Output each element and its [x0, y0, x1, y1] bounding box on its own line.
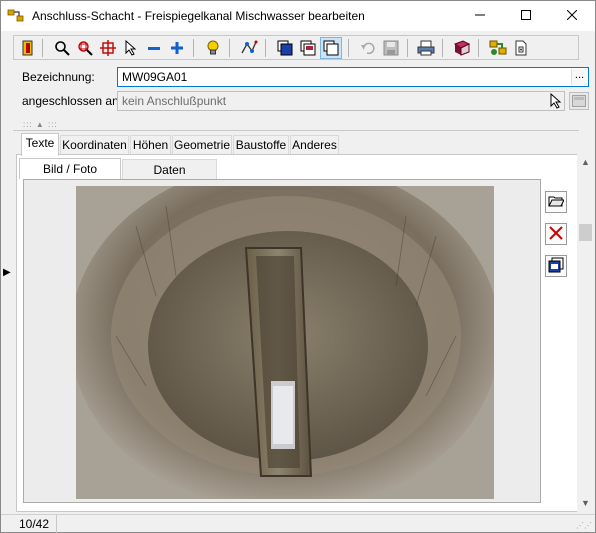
delete-icon	[549, 225, 563, 243]
layer-2-icon[interactable]	[299, 39, 317, 57]
crosshair-icon[interactable]	[99, 39, 117, 57]
network-icon[interactable]	[240, 39, 258, 57]
gallery-button[interactable]	[545, 255, 567, 277]
collapse-arrow-icon[interactable]: ▶	[3, 267, 11, 278]
maximize-button[interactable]	[503, 1, 549, 31]
toolbar-separator	[42, 39, 43, 57]
calculator-icon[interactable]	[569, 92, 589, 110]
bezeichnung-field[interactable]: MW09GA01 ...	[117, 67, 589, 87]
divider	[13, 130, 579, 131]
zoom-extent-icon[interactable]	[76, 39, 94, 57]
subtab-bild-foto[interactable]: Bild / Foto	[19, 158, 121, 179]
toolbar-separator	[193, 39, 194, 57]
record-counter: 10/42	[13, 515, 57, 533]
print-icon[interactable]	[417, 39, 435, 57]
zoom-out-icon[interactable]	[145, 39, 163, 57]
bezeichnung-browse-button[interactable]: ...	[571, 69, 587, 85]
size-grip-icon[interactable]: ⋰⋰	[576, 521, 592, 530]
tab-texte[interactable]: Texte	[21, 133, 59, 156]
toolbar-separator	[229, 39, 230, 57]
grip-icon: ::: ▲ :::	[23, 120, 58, 129]
window-title: Anschluss-Schacht - Freispiegelkanal Mis…	[32, 9, 365, 23]
zoom-in-icon[interactable]	[168, 39, 186, 57]
tab-baustoffe[interactable]: Baustoffe	[233, 135, 289, 155]
scroll-down-icon[interactable]: ▼	[577, 495, 594, 512]
pointer-icon[interactable]	[122, 39, 140, 57]
toolbar-separator	[265, 39, 266, 57]
angeschlossen-label: angeschlossen an:	[22, 94, 123, 108]
toolbar-separator	[478, 39, 479, 57]
subtab-daten[interactable]: Daten	[122, 159, 217, 180]
delete-button[interactable]	[545, 223, 567, 245]
tab-geometrie[interactable]: Geometrie	[172, 135, 232, 155]
manhole-photo	[76, 186, 494, 499]
toolbar-separator	[442, 39, 443, 57]
toolbar-separator	[348, 39, 349, 57]
scrollbar-thumb[interactable]	[579, 224, 592, 241]
dialog-window: Anschluss-Schacht - Freispiegelkanal Mis…	[0, 0, 596, 533]
bulb-icon[interactable]	[204, 39, 222, 57]
tab-anderes[interactable]: Anderes	[290, 135, 339, 155]
zoom-icon[interactable]	[53, 39, 71, 57]
save-icon[interactable]	[382, 39, 400, 57]
status-bar: 10/42 ⋰⋰	[1, 514, 595, 533]
maximize-icon	[521, 9, 531, 23]
layer-1-icon[interactable]	[276, 39, 294, 57]
document-icon[interactable]	[512, 39, 530, 57]
open-folder-button[interactable]	[545, 191, 567, 213]
app-icon	[7, 8, 25, 24]
photo-frame	[23, 179, 541, 503]
bezeichnung-label: Bezeichnung:	[22, 70, 95, 84]
tab-hoehen[interactable]: Höhen	[130, 135, 171, 155]
minimize-icon	[475, 9, 485, 23]
title-bar[interactable]: Anschluss-Schacht - Freispiegelkanal Mis…	[1, 1, 595, 31]
pick-pointer-icon[interactable]	[548, 92, 564, 109]
angeschlossen-field[interactable]: kein Anschlußpunkt	[117, 91, 565, 111]
main-toolbar	[13, 35, 579, 60]
bezeichnung-value: MW09GA01	[122, 70, 188, 84]
map-icon[interactable]	[489, 39, 507, 57]
book-icon[interactable]	[453, 39, 471, 57]
minimize-button[interactable]	[457, 1, 503, 31]
gallery-icon	[548, 257, 564, 276]
exit-icon[interactable]	[19, 39, 37, 57]
scroll-up-icon[interactable]: ▲	[577, 154, 594, 171]
close-icon	[566, 9, 578, 23]
layer-3-icon[interactable]	[320, 37, 342, 59]
tab-koordinaten[interactable]: Koordinaten	[60, 135, 129, 155]
close-button[interactable]	[549, 1, 595, 31]
open-folder-icon	[548, 194, 565, 211]
undo-icon[interactable]	[359, 39, 377, 57]
splitter-handle[interactable]: ::: ▲ :::	[13, 120, 579, 129]
vertical-scrollbar[interactable]: ▲ ▼	[577, 154, 594, 512]
toolbar-separator	[407, 39, 408, 57]
angeschlossen-value: kein Anschlußpunkt	[122, 94, 227, 108]
